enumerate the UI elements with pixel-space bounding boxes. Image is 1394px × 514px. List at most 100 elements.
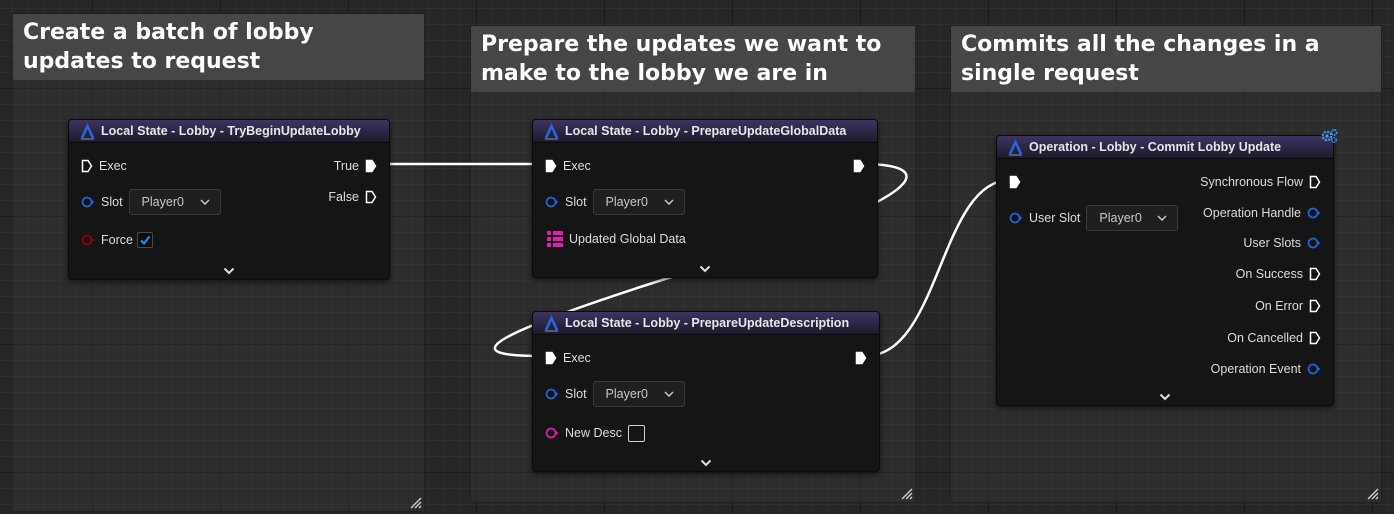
node-try-begin-update-lobby[interactable]: Local State - Lobby - TryBeginUpdateLobb… <box>68 119 390 280</box>
chevron-down-icon <box>1157 215 1167 221</box>
chevron-down-icon[interactable] <box>699 265 711 273</box>
exec-input-pin-row[interactable]: Exec <box>545 157 597 175</box>
node-prepare-update-description[interactable]: Local State - Lobby - PrepareUpdateDescr… <box>532 311 880 472</box>
on-success-output-pin-row[interactable]: On Success <box>1230 265 1321 283</box>
struct-pin-icon[interactable] <box>1307 237 1321 249</box>
pin-label: User Slots <box>1243 236 1301 250</box>
node-prepare-update-global-data[interactable]: Local State - Lobby - PrepareUpdateGloba… <box>532 119 878 278</box>
pin-label: On Error <box>1255 299 1303 313</box>
exec-input-pin-row[interactable]: Exec <box>545 349 597 367</box>
pin-label: True <box>333 159 359 173</box>
pin-label: Exec <box>563 351 591 365</box>
pin-label: User Slot <box>1029 211 1081 225</box>
pin-label: Slot <box>565 195 587 209</box>
redpoint-eos-logo-icon <box>80 123 95 140</box>
chevron-down-icon[interactable] <box>1159 393 1171 401</box>
user-slot-input-pin-row[interactable]: User Slot Player0 <box>1009 205 1179 231</box>
true-output-pin-row[interactable]: True <box>328 157 377 175</box>
dropdown-value: Player0 <box>605 387 648 401</box>
node-header[interactable]: Local State - Lobby - TryBeginUpdateLobb… <box>69 120 389 143</box>
node-title: Local State - Lobby - PrepareUpdateDescr… <box>565 316 850 330</box>
redpoint-eos-logo-icon <box>1008 139 1023 156</box>
dropdown-value: Player0 <box>1099 211 1142 225</box>
pin-label: New Desc <box>565 426 622 440</box>
struct-pin-icon[interactable] <box>1307 207 1321 219</box>
checkmark-icon <box>140 235 151 246</box>
exec-pin-icon[interactable] <box>1309 331 1321 345</box>
node-title: Local State - Lobby - TryBeginUpdateLobb… <box>101 124 361 138</box>
pin-label: On Cancelled <box>1227 331 1303 345</box>
slot-dropdown[interactable]: Player0 <box>128 189 221 215</box>
user-slot-dropdown[interactable]: Player0 <box>1086 205 1179 231</box>
exec-input-pin-row[interactable]: Exec <box>81 157 133 175</box>
gear-cluster-icon <box>1321 129 1338 143</box>
struct-pin-icon[interactable] <box>1307 363 1321 375</box>
pin-label: Slot <box>101 195 123 209</box>
exec-pin-icon[interactable] <box>855 351 867 365</box>
redpoint-eos-logo-icon <box>544 123 559 140</box>
exec-pin-icon[interactable] <box>1309 267 1321 281</box>
chevron-down-icon <box>664 391 674 397</box>
struct-pin-icon[interactable] <box>545 388 559 400</box>
slot-input-pin-row[interactable]: Slot Player0 <box>545 381 685 407</box>
exec-pin-icon[interactable] <box>545 159 557 173</box>
exec-pin-icon[interactable] <box>1009 175 1021 189</box>
dropdown-value: Player0 <box>141 195 184 209</box>
pin-label: Synchronous Flow <box>1200 175 1303 189</box>
exec-pin-icon[interactable] <box>365 159 377 173</box>
slot-dropdown[interactable]: Player0 <box>592 189 685 215</box>
force-input-pin-row[interactable]: Force <box>81 231 153 249</box>
pin-label: Exec <box>563 159 591 173</box>
slot-dropdown[interactable]: Player0 <box>592 381 685 407</box>
pin-label: False <box>328 190 359 204</box>
exec-pin-icon[interactable] <box>545 351 557 365</box>
node-commit-lobby-update[interactable]: Operation - Lobby - Commit Lobby Update … <box>996 135 1334 406</box>
node-header[interactable]: Local State - Lobby - PrepareUpdateGloba… <box>533 120 877 143</box>
struct-pin-icon[interactable] <box>1009 212 1023 224</box>
pin-label: On Success <box>1235 267 1303 281</box>
chevron-down-icon <box>664 199 674 205</box>
slot-input-pin-row[interactable]: Slot Player0 <box>545 189 685 215</box>
false-output-pin-row[interactable]: False <box>322 188 377 206</box>
exec-pin-icon[interactable] <box>365 190 377 204</box>
user-slots-output-pin-row[interactable]: User Slots <box>1237 234 1321 252</box>
struct-pin-icon[interactable] <box>545 196 559 208</box>
pin-label: Operation Handle <box>1203 206 1301 220</box>
operation-handle-output-pin-row[interactable]: Operation Handle <box>1197 204 1321 222</box>
pin-label: Force <box>101 233 133 247</box>
slot-input-pin-row[interactable]: Slot Player0 <box>81 189 221 215</box>
exec-pin-icon[interactable] <box>853 159 865 173</box>
pin-label: Slot <box>565 387 587 401</box>
synchronous-flow-output-pin-row[interactable]: Synchronous Flow <box>1194 173 1321 191</box>
string-pin-icon[interactable] <box>545 427 559 439</box>
new-desc-checkbox[interactable] <box>627 424 645 442</box>
node-title: Local State - Lobby - PrepareUpdateGloba… <box>565 124 847 138</box>
chevron-down-icon[interactable] <box>223 267 235 275</box>
new-desc-input-pin-row[interactable]: New Desc <box>545 424 645 442</box>
bool-pin-icon[interactable] <box>81 234 95 246</box>
exec-output-pin-row[interactable] <box>853 157 865 175</box>
redpoint-eos-logo-icon <box>544 315 559 332</box>
pin-label: Updated Global Data <box>569 232 686 246</box>
chevron-down-icon[interactable] <box>700 459 712 467</box>
struct-pin-icon[interactable] <box>81 196 95 208</box>
pin-label: Operation Event <box>1210 362 1301 376</box>
node-header[interactable]: Local State - Lobby - PrepareUpdateDescr… <box>533 312 879 335</box>
exec-input-pin-row[interactable] <box>1009 173 1021 191</box>
on-cancelled-output-pin-row[interactable]: On Cancelled <box>1221 329 1321 347</box>
node-header[interactable]: Operation - Lobby - Commit Lobby Update <box>997 136 1333 159</box>
exec-pin-icon[interactable] <box>1309 299 1321 313</box>
force-checkbox[interactable] <box>136 232 153 248</box>
on-error-output-pin-row[interactable]: On Error <box>1249 297 1321 315</box>
dropdown-value: Player0 <box>605 195 648 209</box>
operation-event-output-pin-row[interactable]: Operation Event <box>1205 360 1321 378</box>
map-pin-icon[interactable] <box>547 231 563 247</box>
exec-pin-icon[interactable] <box>1309 175 1321 189</box>
chevron-down-icon <box>200 199 210 205</box>
exec-output-pin-row[interactable] <box>855 349 867 367</box>
pin-label: Exec <box>99 159 127 173</box>
exec-pin-icon[interactable] <box>81 159 93 173</box>
exec-wire-description-to-commit[interactable] <box>865 178 1011 358</box>
global-data-input-pin-row[interactable]: Updated Global Data <box>545 230 692 248</box>
node-title: Operation - Lobby - Commit Lobby Update <box>1029 140 1282 154</box>
